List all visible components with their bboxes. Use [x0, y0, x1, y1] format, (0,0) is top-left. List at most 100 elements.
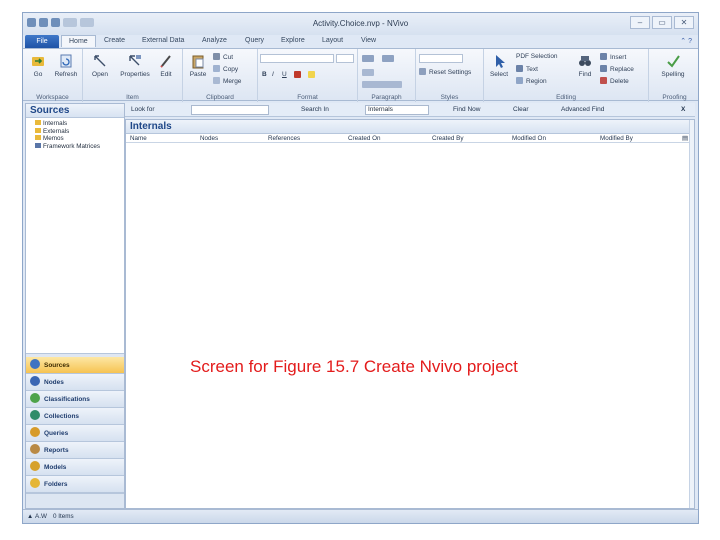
binoculars-icon: [579, 56, 591, 66]
nav-button-classifications[interactable]: Classifications: [26, 391, 124, 408]
select-label: Select: [489, 71, 509, 78]
align-buttons[interactable]: [362, 81, 405, 89]
nav-button-folders[interactable]: Folders: [26, 476, 124, 493]
maximize-button[interactable]: ▭: [652, 16, 672, 29]
properties-icon: [129, 55, 141, 66]
tab-query[interactable]: Query: [245, 37, 264, 44]
properties-button[interactable]: Properties: [117, 53, 153, 78]
go-button[interactable]: Go: [23, 53, 53, 78]
find-bar: Look for Search In Internals Find Now Cl…: [125, 103, 695, 117]
find-now-button[interactable]: Find Now: [453, 106, 480, 113]
tab-view[interactable]: View: [361, 37, 376, 44]
paragraph-group-label: Paragraph: [371, 94, 402, 101]
tree-item-label: Externals: [43, 127, 70, 135]
column-modified-by[interactable]: Modified By: [600, 135, 633, 142]
nav-button-label: Reports: [44, 447, 69, 454]
tree-item[interactable]: Memos: [26, 135, 124, 143]
font-size-select[interactable]: [336, 54, 354, 63]
folder-icon: [35, 135, 41, 140]
column-modified-on[interactable]: Modified On: [512, 135, 546, 142]
tree-item-label: Internals: [43, 120, 68, 127]
search-in-select[interactable]: Internals: [365, 105, 429, 115]
font-color-button[interactable]: [294, 71, 304, 79]
bullets-button[interactable]: [362, 55, 377, 63]
folders-icon: [30, 478, 40, 488]
help-icon[interactable]: ⌃ ?: [680, 37, 692, 45]
tab-explore[interactable]: Explore: [281, 37, 305, 44]
select-button[interactable]: Select: [484, 53, 514, 78]
refresh-button[interactable]: Refresh: [51, 53, 81, 78]
column-created-on[interactable]: Created On: [348, 135, 381, 142]
replace-label: Replace: [610, 66, 634, 73]
group-clipboard: Paste Cut Copy Merge Clipboard: [183, 49, 258, 102]
font-family-select[interactable]: [260, 54, 334, 63]
edit-button[interactable]: Edit: [151, 53, 181, 78]
tab-external-data[interactable]: External Data: [142, 37, 184, 44]
highlight-button[interactable]: [308, 71, 318, 79]
clear-button[interactable]: Clear: [513, 106, 529, 113]
bold-button[interactable]: B: [262, 71, 267, 78]
paste-label: Paste: [189, 71, 207, 78]
pdf-selection-button[interactable]: PDF Selection: [516, 53, 558, 60]
delete-button[interactable]: Delete: [600, 77, 629, 85]
look-for-input[interactable]: [191, 105, 269, 115]
go-label: Go: [33, 71, 43, 78]
numbering-button[interactable]: [382, 55, 397, 63]
close-button[interactable]: ✕: [674, 16, 694, 29]
close-find-icon[interactable]: X: [681, 106, 685, 113]
text-button[interactable]: Text: [516, 65, 538, 73]
nav-button-sources[interactable]: Sources: [26, 357, 124, 374]
column-references[interactable]: References: [268, 135, 300, 142]
tab-home[interactable]: Home: [61, 35, 96, 47]
indent-button[interactable]: [362, 69, 377, 77]
minimize-button[interactable]: –: [630, 16, 650, 29]
region-button[interactable]: Region: [516, 77, 547, 85]
underline-button[interactable]: U: [282, 71, 287, 78]
merge-button[interactable]: Merge: [213, 77, 241, 85]
cut-button[interactable]: Cut: [213, 53, 233, 61]
title-bar: Activity.Choice.nvp - NVivo – ▭ ✕: [23, 13, 698, 35]
column-nodes[interactable]: Nodes: [200, 135, 218, 142]
tab-create[interactable]: Create: [104, 37, 125, 44]
nav-button-queries[interactable]: Queries: [26, 425, 124, 442]
tab-analyze[interactable]: Analyze: [202, 37, 227, 44]
indent-icon: [362, 69, 374, 76]
pencil-icon: [160, 55, 171, 68]
nav-button-models[interactable]: Models: [26, 459, 124, 476]
nav-button-label: Queries: [44, 430, 69, 437]
nav-buttons: Sources Nodes Classifications Collections Qu…: [26, 357, 124, 493]
copy-button[interactable]: Copy: [213, 65, 238, 73]
tab-file[interactable]: File: [25, 35, 59, 48]
replace-button[interactable]: Replace: [600, 65, 634, 73]
insert-button[interactable]: Insert: [600, 53, 626, 61]
paste-button[interactable]: Paste: [183, 53, 213, 78]
find-button[interactable]: Find: [570, 53, 600, 78]
tree-item[interactable]: Framework Matrices: [26, 142, 124, 151]
region-icon: [516, 77, 523, 84]
nav-button-nodes[interactable]: Nodes: [26, 374, 124, 391]
tree-item[interactable]: Externals: [26, 127, 124, 136]
sources-tree: Internals Externals Memos Framework Matrice…: [26, 118, 124, 150]
column-chooser-icon[interactable]: ▤: [682, 135, 688, 142]
nav-title: Sources: [26, 104, 124, 118]
tab-layout[interactable]: Layout: [322, 37, 343, 44]
group-styles: Reset Settings Styles: [416, 49, 484, 102]
nav-button-reports[interactable]: Reports: [26, 442, 124, 459]
reset-settings-button[interactable]: Reset Settings: [419, 68, 471, 76]
vertical-scrollbar[interactable]: [689, 120, 694, 508]
open-button[interactable]: Open: [85, 53, 115, 78]
nodes-icon: [30, 376, 40, 386]
style-select[interactable]: [419, 54, 463, 63]
status-user: A.W: [35, 513, 47, 520]
nav-button-collections[interactable]: Collections: [26, 408, 124, 425]
column-created-by[interactable]: Created By: [432, 135, 464, 142]
window-title: Activity.Choice.nvp - NVivo: [312, 19, 409, 28]
advanced-find-button[interactable]: Advanced Find: [561, 106, 604, 113]
queries-icon: [30, 427, 40, 437]
search-in-label: Search In: [301, 106, 329, 113]
italic-button[interactable]: I: [272, 71, 274, 78]
group-editing: Select PDF Selection Text Region Find In…: [484, 49, 649, 102]
tree-item[interactable]: Internals: [26, 120, 124, 128]
column-name[interactable]: Name: [130, 135, 147, 142]
spelling-button[interactable]: Spelling: [655, 53, 691, 78]
